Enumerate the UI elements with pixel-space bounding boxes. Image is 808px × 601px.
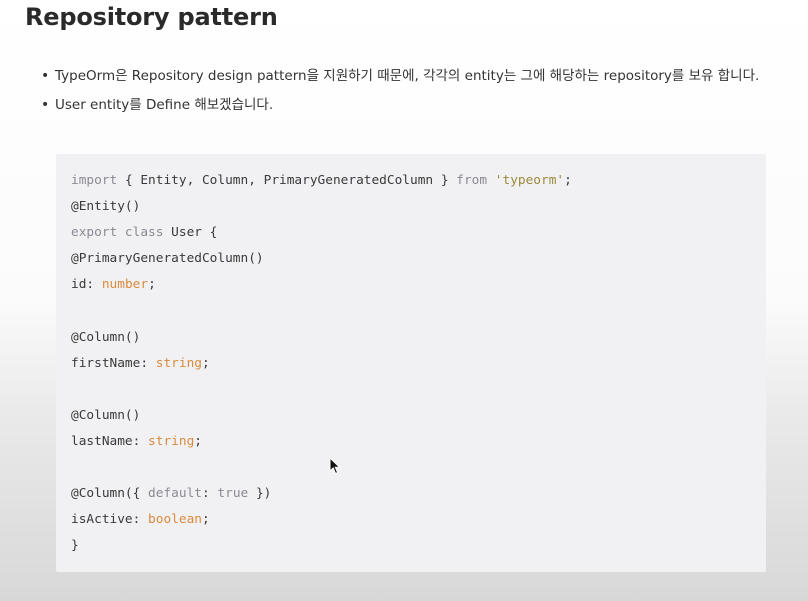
code-token: default bbox=[148, 486, 202, 502]
code-token: User { bbox=[163, 225, 218, 241]
bullet-dot-icon: • bbox=[41, 97, 50, 113]
code-token: lastName: bbox=[71, 433, 149, 449]
code-line: id: number; bbox=[71, 272, 572, 298]
code-line: export class User { bbox=[71, 220, 572, 246]
code-token: }) bbox=[248, 486, 272, 502]
code-token: @PrimaryGeneratedColumn() bbox=[71, 251, 264, 267]
code-token: : bbox=[201, 486, 218, 502]
bullet-text: TypeOrm은 Repository design pattern을 지원하기… bbox=[55, 68, 760, 84]
code-token: ; bbox=[564, 173, 572, 188]
code-token: ; bbox=[201, 355, 210, 371]
bullet-item: • User entity를 Define 해보겠습니다. bbox=[41, 93, 771, 117]
code-token: @Column() bbox=[71, 329, 141, 345]
code-token: number bbox=[101, 277, 149, 293]
code-line: @Column() bbox=[71, 325, 572, 351]
code-content: import { Entity, Column, PrimaryGenerate… bbox=[71, 168, 572, 559]
code-token: ; bbox=[201, 512, 210, 528]
document-page: Repository pattern • TypeOrm은 Repository… bbox=[0, 0, 808, 601]
code-token: import bbox=[71, 173, 118, 188]
code-line: import { Entity, Column, PrimaryGenerate… bbox=[71, 168, 572, 194]
bullet-item: • TypeOrm은 Repository design pattern을 지원… bbox=[41, 64, 771, 88]
code-token: boolean bbox=[148, 512, 202, 528]
code-token: string bbox=[155, 355, 202, 371]
code-line: firstName: string; bbox=[71, 351, 572, 377]
code-token: from bbox=[456, 173, 488, 188]
page-title: Repository pattern bbox=[25, 3, 278, 31]
code-token: string bbox=[148, 433, 195, 449]
code-token: ; bbox=[148, 277, 156, 293]
code-line: @Column({ default: true }) bbox=[71, 481, 572, 507]
code-token: @Column() bbox=[71, 407, 141, 423]
code-line: @Entity() bbox=[71, 194, 572, 220]
code-line: } bbox=[71, 533, 572, 559]
code-token: isActive: bbox=[71, 512, 149, 528]
code-token: firstName: bbox=[71, 355, 156, 371]
code-token: true bbox=[217, 486, 249, 502]
code-token: @Column({ bbox=[71, 486, 149, 502]
code-line: @PrimaryGeneratedColumn() bbox=[71, 246, 572, 272]
mouse-pointer-icon bbox=[329, 457, 341, 475]
code-token: ; bbox=[194, 433, 202, 449]
code-line: isActive: boolean; bbox=[71, 507, 572, 533]
code-token: export class bbox=[71, 225, 164, 241]
code-token: 'typeorm' bbox=[494, 173, 565, 188]
code-block: import { Entity, Column, PrimaryGenerate… bbox=[56, 154, 766, 572]
code-line: @Column() bbox=[71, 403, 572, 429]
code-token: @Entity() bbox=[71, 199, 141, 215]
bullet-text: User entity를 Define 해보겠습니다. bbox=[55, 97, 274, 113]
bullet-list: • TypeOrm은 Repository design pattern을 지원… bbox=[41, 64, 771, 122]
code-line: lastName: string; bbox=[71, 429, 572, 455]
code-token: id: bbox=[71, 277, 102, 293]
code-token: { Entity, Column, PrimaryGeneratedColumn… bbox=[117, 173, 457, 188]
code-token: } bbox=[71, 538, 79, 554]
bullet-dot-icon: • bbox=[41, 68, 50, 84]
